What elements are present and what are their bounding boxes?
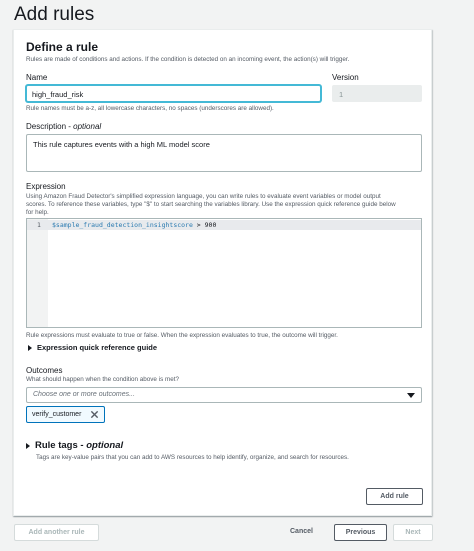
panel-description: Rules are made of conditions and actions… <box>26 56 350 63</box>
next-button[interactable]: Next <box>393 524 433 541</box>
caret-right-icon <box>26 442 30 449</box>
name-hint: Rule names must be a-z, all lowercase ch… <box>26 105 274 112</box>
caret-down-icon <box>407 393 415 398</box>
rule-tags-hint: Tags are key-value pairs that you can ad… <box>36 454 349 461</box>
description-label: Description - optional <box>26 122 101 131</box>
code-variable: $sample_fraud_detection_insightscore <box>52 221 193 229</box>
expression-hint-1: Using Amazon Fraud Detector's simplified… <box>26 193 381 200</box>
expression-hint-2: scores. To reference these variables, ty… <box>26 201 396 208</box>
page-title: Add rules <box>14 4 95 25</box>
previous-button[interactable]: Previous <box>334 524 387 541</box>
outcomes-hint: What should happen when the condition ab… <box>26 376 179 383</box>
editor-gutter <box>27 219 48 327</box>
code-value: 900 <box>204 221 217 229</box>
caret-right-icon <box>28 344 32 351</box>
code-operator: > <box>192 221 205 229</box>
expression-code[interactable]: $sample_fraud_detection_insightscore > 9… <box>52 221 216 229</box>
description-optional-text: optional <box>73 122 102 131</box>
line-number: 1 <box>37 221 41 229</box>
outcome-token-label: verify_customer <box>32 411 82 418</box>
outcome-token: verify_customer <box>26 406 105 423</box>
cancel-button[interactable]: Cancel <box>290 528 313 535</box>
close-icon[interactable] <box>90 410 99 419</box>
name-label: Name <box>26 73 48 82</box>
define-rule-panel: Define a rule Rules are made of conditio… <box>13 29 432 516</box>
quick-reference-label: Expression quick reference guide <box>37 343 158 352</box>
outcomes-select[interactable]: Choose one or more outcomes... <box>26 387 422 403</box>
description-label-text: Description <box>26 122 67 131</box>
version-label: Version <box>332 73 359 82</box>
panel-title: Define a rule <box>26 40 99 54</box>
add-rule-button[interactable]: Add rule <box>366 488 423 505</box>
expression-hint-3: for help. <box>26 209 49 216</box>
expression-footer-hint: Rule expressions must evaluate to true o… <box>26 332 338 339</box>
rule-tags-title: Rule tags - optional <box>35 440 124 451</box>
outcomes-label: Outcomes <box>26 366 63 375</box>
description-textarea[interactable]: This rule captures events with a high ML… <box>26 134 422 172</box>
expression-label: Expression <box>26 182 66 191</box>
rule-tags-expander[interactable]: Rule tags - optional <box>26 440 123 451</box>
rule-tags-title-text: Rule tags <box>35 440 78 451</box>
rule-tags-optional-text: optional <box>86 440 124 451</box>
version-input: 1 <box>332 85 422 102</box>
expression-editor[interactable]: 1 $sample_fraud_detection_insightscore >… <box>26 218 422 328</box>
add-another-rule-button[interactable]: Add another rule <box>14 524 99 541</box>
outcomes-placeholder: Choose one or more outcomes... <box>33 391 135 398</box>
rule-name-input[interactable]: high_fraud_risk <box>26 85 321 102</box>
quick-reference-expander[interactable]: Expression quick reference guide <box>28 343 157 352</box>
